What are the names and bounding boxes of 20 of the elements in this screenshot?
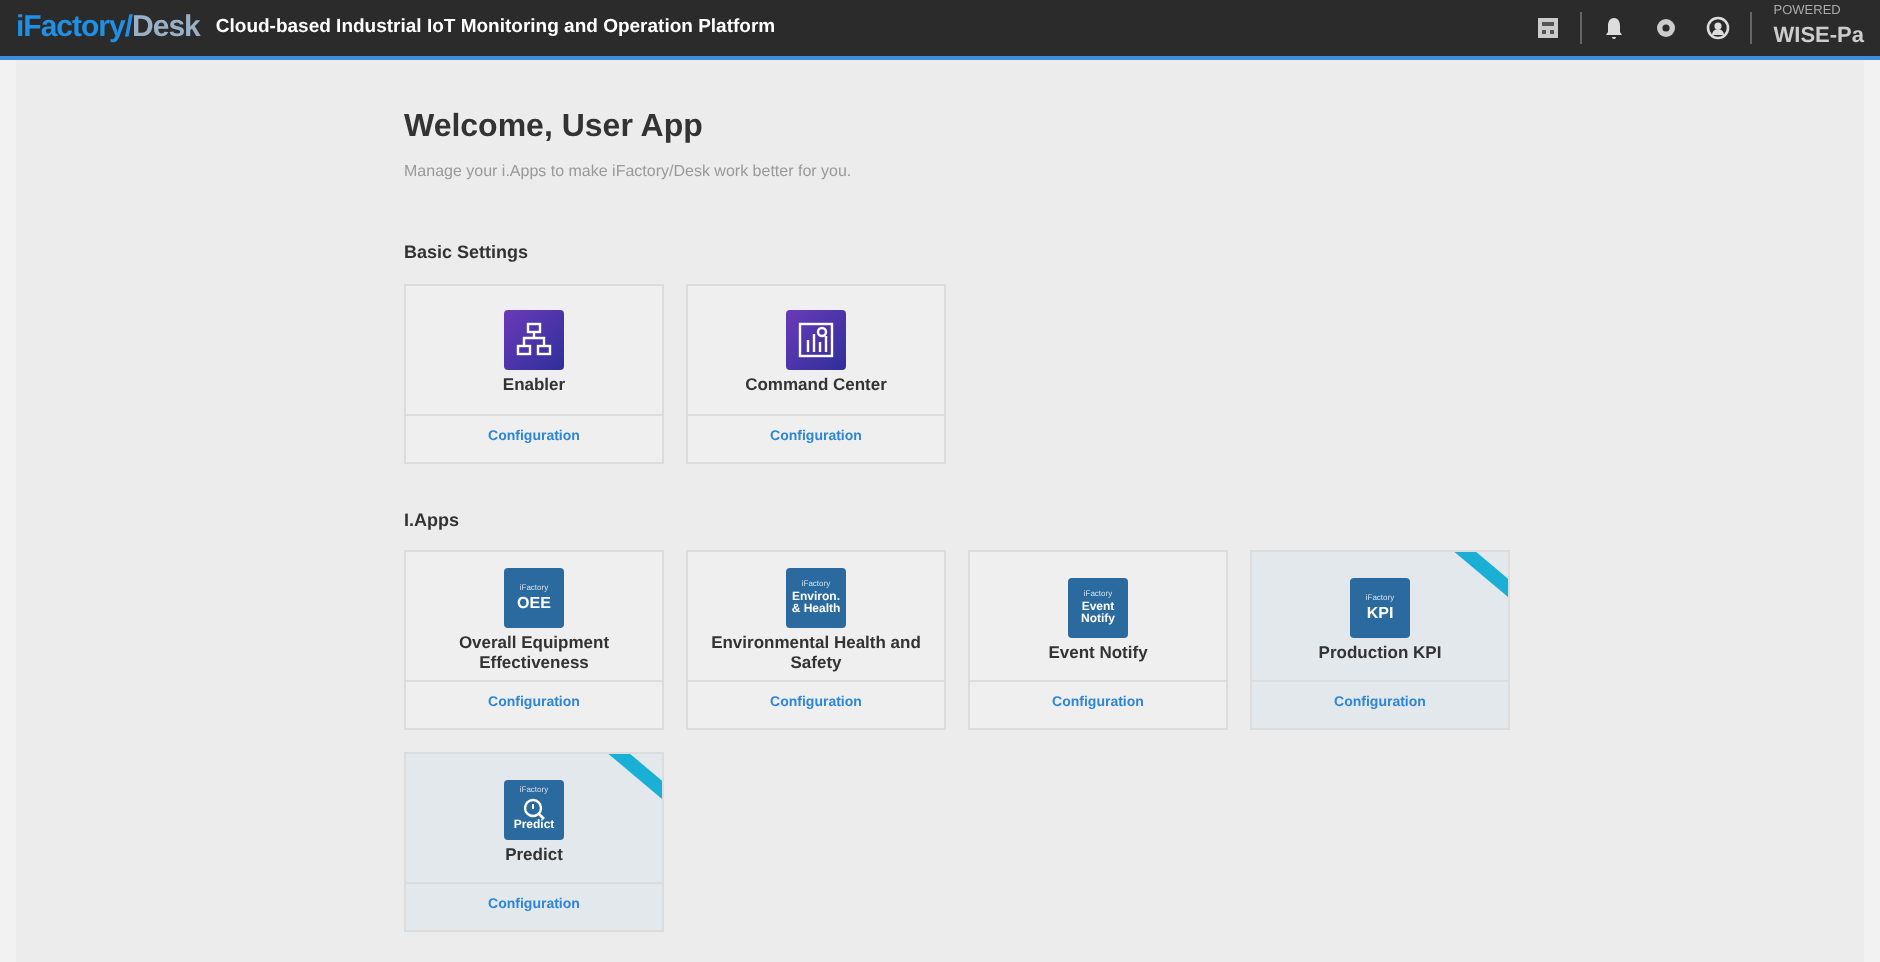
platform-subtitle: Cloud-based Industrial IoT Monitoring and Operation Platform xyxy=(215,13,776,42)
welcome-title: Welcome, User App xyxy=(404,108,705,148)
chart-icon xyxy=(786,310,846,371)
app-name: Event Notify xyxy=(1048,643,1148,663)
section-title: Basic Settings xyxy=(404,240,531,266)
welcome-subtitle: Manage your i.Apps to make iFactory/Desk work better for you. xyxy=(404,160,854,184)
app-name: Enabler xyxy=(502,376,566,396)
network-icon xyxy=(504,310,564,371)
brand-label: WISE-Pa xyxy=(1773,24,1864,49)
section-title: I.Apps xyxy=(404,507,462,534)
bell-icon[interactable] xyxy=(1601,16,1626,40)
settings-icon[interactable] xyxy=(1653,16,1678,40)
app-name: Environmental Health and Safety xyxy=(709,633,923,673)
app-name: Command Center xyxy=(745,376,887,396)
app-name: Overall Equipment Effectiveness xyxy=(456,633,612,673)
calculator-icon[interactable] xyxy=(1535,16,1560,40)
user-icon[interactable] xyxy=(1705,16,1730,40)
app-name: Predict xyxy=(505,845,563,865)
logo: iFactory/Desk xyxy=(16,7,200,48)
app-name: Production KPI xyxy=(1318,643,1442,663)
